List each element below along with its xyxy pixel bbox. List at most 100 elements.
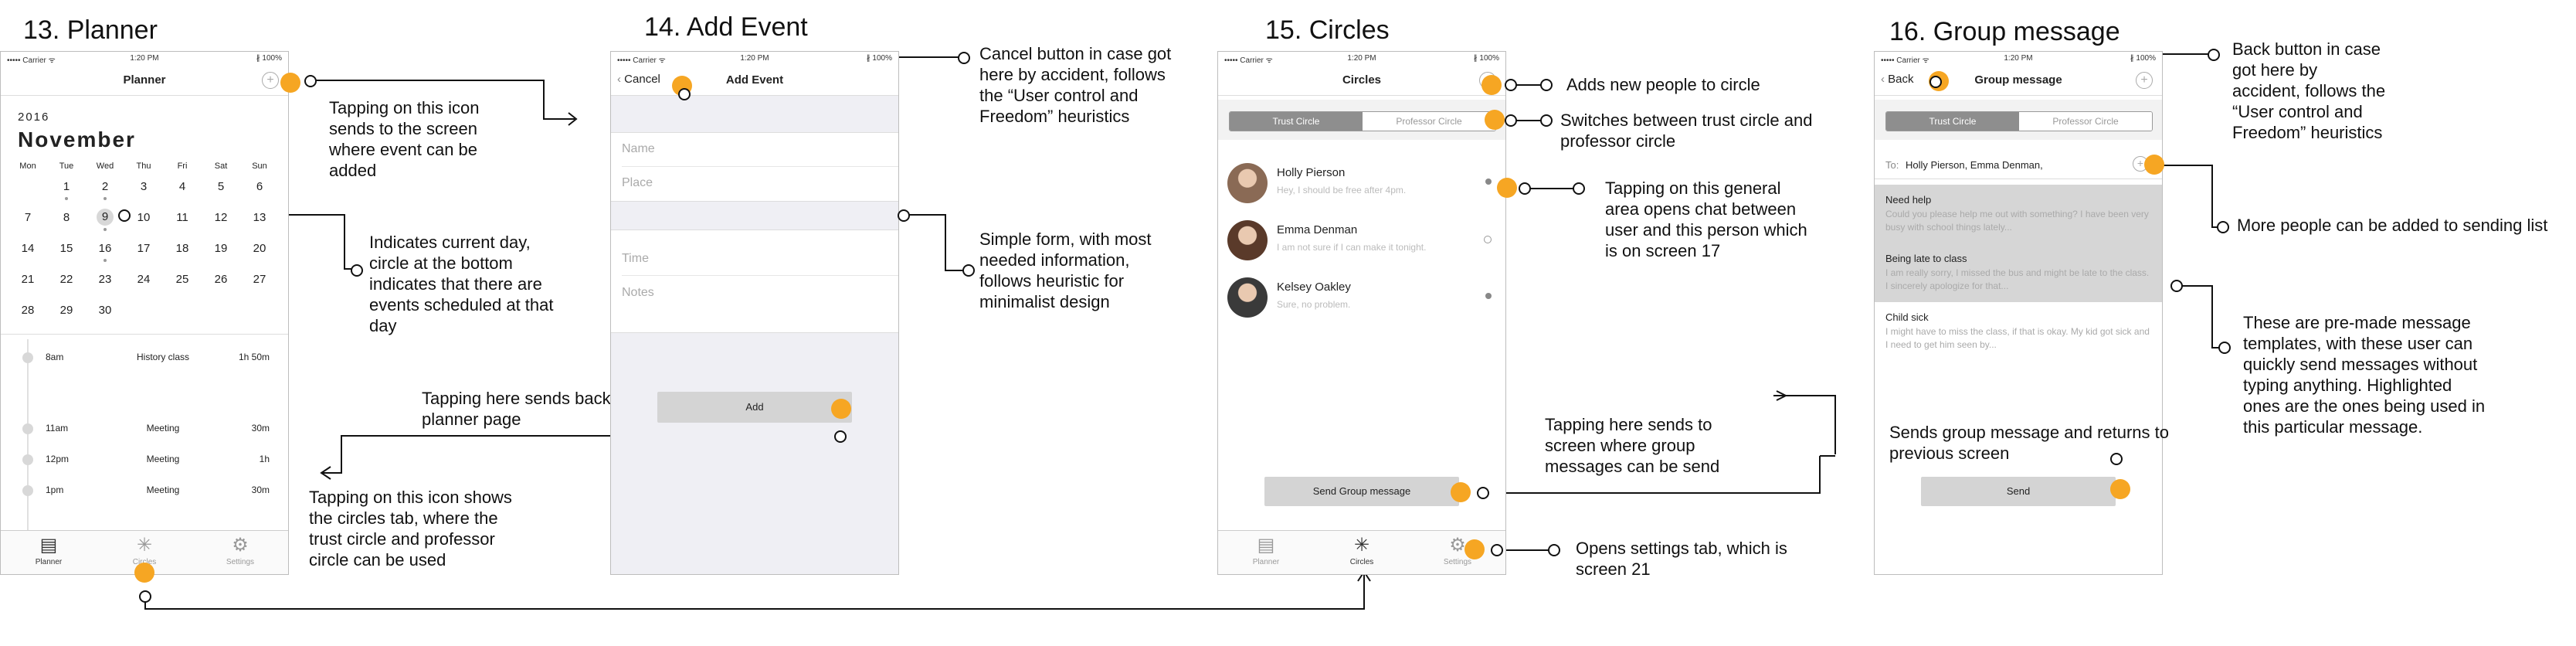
annotation-open-chat: Tapping on this general area opens chat … [1605, 178, 1807, 260]
calendar-day[interactable]: 16 [87, 242, 123, 255]
calendar-icon: ▤ [1257, 535, 1275, 556]
plus-icon[interactable]: + [262, 72, 279, 89]
annotation-more-people: More people can be added to sending list [2237, 216, 2548, 235]
template-body: I might have to miss the class, if that … [1885, 326, 2150, 350]
calendar-day[interactable]: 24 [126, 273, 161, 286]
to-value: Holly Pierson, Emma Denman, [1906, 159, 2043, 171]
screen-title-planner: 13. Planner [23, 15, 158, 45]
calendar-day[interactable]: 29 [49, 304, 84, 317]
calendar-day[interactable]: 25 [165, 273, 200, 286]
weekday-label: Sun [252, 162, 267, 171]
calendar-day[interactable]: 18 [165, 242, 200, 255]
calendar-day[interactable]: 27 [242, 273, 277, 286]
page-title: Add Event [725, 73, 784, 87]
message-template[interactable]: Child sick I might have to miss the class… [1875, 305, 2162, 352]
segment-professor[interactable]: Professor Circle [2019, 112, 2152, 131]
avatar [1227, 277, 1268, 318]
event-row[interactable]: 11am Meeting 30m [1, 420, 288, 438]
event-name: Meeting [146, 454, 180, 464]
calendar-day[interactable]: 23 [87, 273, 123, 286]
connector-endpoint [834, 430, 847, 443]
tab-circles[interactable]: ✳Circles [1314, 536, 1410, 567]
event-row[interactable]: 8am History class 1h 50m [1, 348, 288, 367]
calendar-day[interactable]: 12 [203, 211, 239, 224]
contact-row[interactable]: Holly Pierson Hey, I should be free after… [1218, 155, 1505, 212]
connector-endpoint [1548, 544, 1560, 556]
calendar-day[interactable]: 4 [165, 180, 200, 193]
calendar-day[interactable]: 30 [87, 304, 123, 317]
contact-last-message: I am not sure if I can make it tonight. [1277, 242, 1427, 253]
place-field[interactable]: Place [622, 176, 653, 190]
calendar-day[interactable]: 3 [126, 180, 161, 193]
annotation-switch-circle: Switches between trust circle and profes… [1560, 110, 1813, 151]
clock-label: 1:20 PM [2004, 54, 2033, 63]
tab-circles[interactable]: ✳Circles [97, 536, 192, 567]
add-button[interactable]: Add [657, 392, 852, 423]
annotation-circles-tab: Tapping on this icon shows the circles t… [309, 488, 512, 570]
status-bar: ••••• Carrier ᯤ 1:20 PM ∦ 100% [1218, 52, 1505, 65]
event-row[interactable]: 12pm Meeting 1h [1, 450, 288, 469]
tab-planner[interactable]: ▤ Planner [1, 536, 97, 567]
segment-trust[interactable]: Trust Circle [1886, 112, 2019, 131]
calendar-day[interactable]: 22 [49, 273, 84, 286]
page-title: Planner [123, 73, 166, 87]
divider [622, 166, 898, 167]
calendar-day[interactable]: 17 [126, 242, 161, 255]
connector-endpoint [2218, 342, 2231, 354]
calendar-day[interactable]: 10 [126, 211, 161, 224]
send-group-message-button[interactable]: Send Group message [1264, 477, 1459, 506]
contact-name: Kelsey Oakley [1277, 280, 1351, 294]
send-button[interactable]: Send [1921, 477, 2116, 506]
calendar-day[interactable]: 20 [242, 242, 277, 255]
calendar-day[interactable]: 19 [203, 242, 239, 255]
timeline-bullet [22, 485, 33, 496]
calendar-day[interactable]: 1 [49, 180, 84, 193]
segment-trust[interactable]: Trust Circle [1230, 112, 1363, 131]
plus-icon[interactable]: + [2136, 72, 2153, 89]
connector-endpoint [1540, 79, 1553, 91]
timeline-bullet [22, 352, 33, 363]
calendar-day[interactable]: 28 [10, 304, 46, 317]
connector-endpoint [958, 52, 970, 64]
status-indicator [1485, 178, 1492, 185]
timeline-line [27, 339, 29, 540]
calendar-day[interactable]: 14 [10, 242, 46, 255]
calendar-day[interactable]: 11 [165, 211, 200, 224]
circle-segmented-control[interactable]: Trust Circle Professor Circle [1229, 111, 1496, 131]
calendar-day[interactable]: 6 [242, 180, 277, 193]
divider [1, 334, 288, 335]
contact-row[interactable]: Emma Denman I am not sure if I can make i… [1218, 212, 1505, 270]
tab-planner[interactable]: ▤ Planner [1218, 535, 1314, 567]
event-row[interactable]: 1pm Meeting 30m [1, 481, 288, 500]
calendar-day[interactable]: 15 [49, 242, 84, 255]
calendar-day[interactable]: 21 [10, 273, 46, 286]
notes-field[interactable]: Notes [622, 286, 654, 300]
tab-settings[interactable]: ⚙ Settings [192, 536, 288, 567]
weekday-label: Mon [19, 162, 36, 171]
form-group-1: Name Place [611, 132, 898, 202]
template-title: Need help [1885, 194, 1932, 206]
message-template[interactable]: Need help Could you please help me out wi… [1875, 188, 2162, 234]
contact-row[interactable]: Kelsey Oakley Sure, no problem. [1218, 270, 1505, 327]
calendar-day[interactable]: 13 [242, 211, 277, 224]
calendar-day[interactable]: 2 [87, 180, 123, 193]
segment-professor[interactable]: Professor Circle [1363, 112, 1495, 131]
circle-segmented-control[interactable]: Trust Circle Professor Circle [1885, 111, 2153, 131]
clock-label: 1:20 PM [740, 54, 769, 63]
connector-endpoint [962, 264, 975, 277]
name-field[interactable]: Name [622, 142, 655, 156]
recipient-field[interactable]: To: Holly Pierson, Emma Denman, + [1875, 151, 2162, 179]
message-template[interactable]: Being late to class I am really sorry, I … [1875, 246, 2162, 293]
hotspot-marker [280, 73, 300, 93]
page-title: Circles [1342, 73, 1382, 87]
template-title: Child sick [1885, 311, 1929, 323]
hotspot-marker [134, 563, 154, 583]
calendar-day-current[interactable]: 9 [97, 209, 114, 226]
to-label: To: [1885, 159, 1899, 171]
calendar-day[interactable]: 8 [49, 211, 84, 224]
calendar-day[interactable]: 7 [10, 211, 46, 224]
connector-endpoint [118, 209, 131, 222]
calendar-day[interactable]: 5 [203, 180, 239, 193]
time-field[interactable]: Time [622, 252, 649, 266]
calendar-day[interactable]: 26 [203, 273, 239, 286]
